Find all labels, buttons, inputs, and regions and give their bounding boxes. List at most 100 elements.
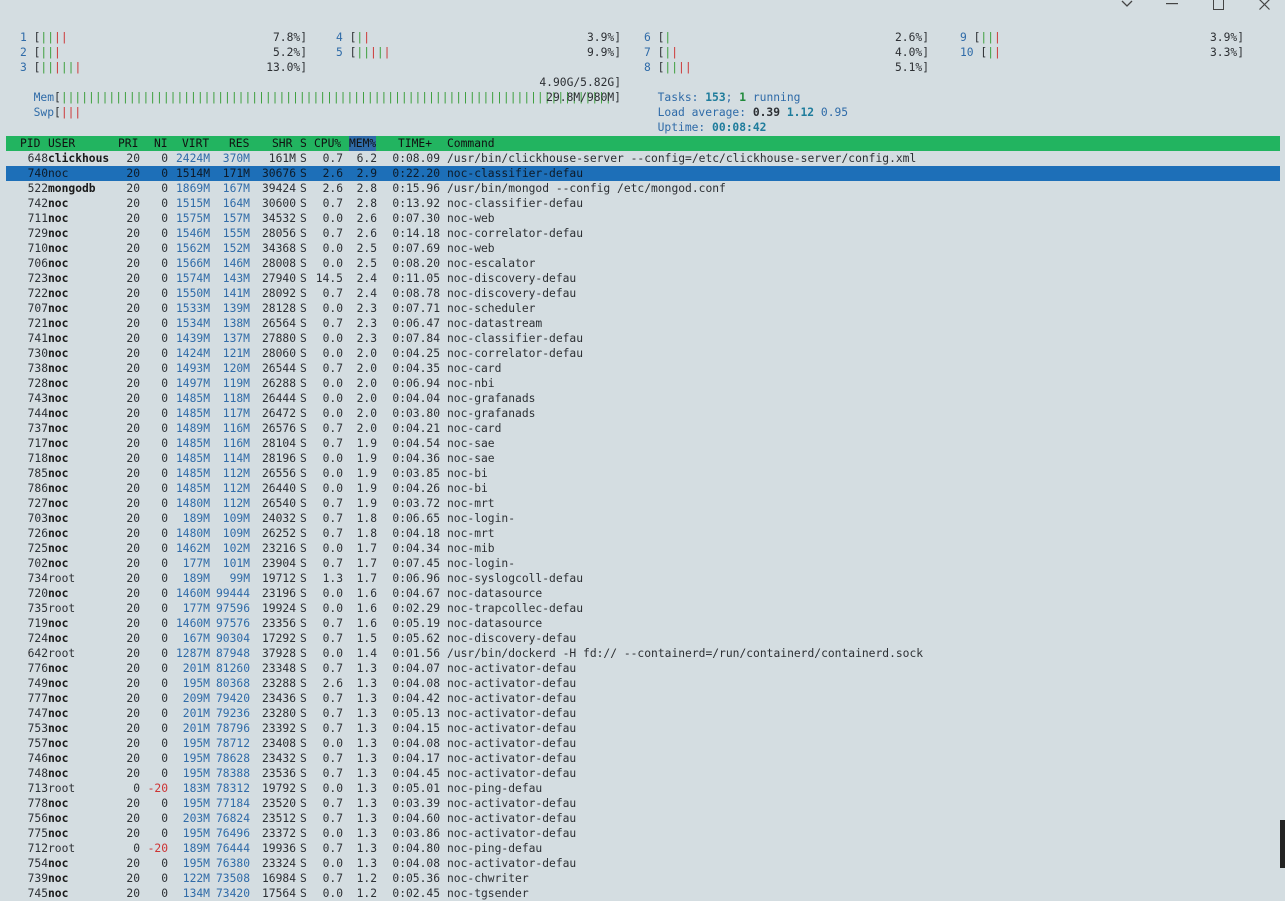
cell-virt: 1550M [175,287,210,300]
scrollbar-thumb[interactable] [1280,820,1285,868]
table-row[interactable]: 739 noc 20 0 122M 73508 16984 S 0.7 1.2 0:05.36 noc… [6,871,1280,886]
table-row[interactable]: 706 noc 20 0 1566M 146M 28008 S 0.0 2.5 0:08.20 noc… [6,256,1280,271]
table-row[interactable]: 746 noc 20 0 195M 78628 23432 S 0.7 1.3 0:04.17 noc… [6,751,1280,766]
col-mem-sorted[interactable]: MEM% [349,136,377,151]
col-time[interactable]: TIME+ [398,136,432,151]
table-row[interactable]: 756 noc 20 0 203M 76824 23512 S 0.7 1.3 0:04.60 noc… [6,811,1280,826]
cell-mem: 1.3 [356,812,377,825]
table-row[interactable]: 786 noc 20 0 1485M 112M 26440 S 0.0 1.9 0:04.26 noc… [6,481,1280,496]
table-row[interactable]: 757 noc 20 0 195M 78712 23408 S 0.0 1.3 0:04.08 noc… [6,736,1280,751]
table-row[interactable]: 721 noc 20 0 1534M 138M 26564 S 0.7 2.3 0:06.47 noc… [6,316,1280,331]
col-pid[interactable]: PID [20,136,40,151]
table-row[interactable]: 522 mongodb 20 0 1869M 167M 39424 S 2.6 2.8 0:15.9… [6,181,1280,196]
chevron-down-icon[interactable] [1115,0,1139,12]
table-row[interactable]: 729 noc 20 0 1546M 155M 28056 S 0.7 2.6 0:14.18 noc… [6,226,1280,241]
cell-res: 155M [222,227,250,240]
table-row[interactable]: 754 noc 20 0 195M 76380 23324 S 0.0 1.3 0:04.08 noc… [6,856,1280,871]
cell-ni: 0 [161,797,168,810]
table-row[interactable]: 722 noc 20 0 1550M 141M 28092 S 0.7 2.4 0:08.78 noc… [6,286,1280,301]
cell-cpu: 0.0 [322,212,343,225]
table-row[interactable]: 642 root 20 0 1287M 87948 37928 S 0.0 1.4 0:01.56 /… [6,646,1280,661]
table-row-selected[interactable]: 740 noc 20 0 1514M 171M 30676 S 2.6 2.9 0:22.20 noc… [6,166,1280,181]
table-row[interactable]: 749 noc 20 0 195M 80368 23288 S 2.6 1.3 0:04.08 noc… [6,676,1280,691]
table-row[interactable]: 723 noc 20 0 1574M 143M 27940 S 14.5 2.4 0:11.05 no… [6,271,1280,286]
cell-cpu: 0.7 [322,512,343,525]
table-row[interactable]: 738 noc 20 0 1493M 120M 26544 S 0.7 2.0 0:04.35 noc… [6,361,1280,376]
table-row[interactable]: 777 noc 20 0 209M 79420 23436 S 0.7 1.3 0:04.42 noc… [6,691,1280,706]
minimize-icon[interactable] [1160,0,1184,12]
table-row[interactable]: 775 noc 20 0 195M 76496 23372 S 0.0 1.3 0:03.86 noc… [6,826,1280,841]
table-row[interactable]: 726 noc 20 0 1480M 109M 26252 S 0.7 1.8 0:04.18 noc… [6,526,1280,541]
cell-cmd: noc-syslogcoll-defau [447,572,584,585]
table-row[interactable]: 737 noc 20 0 1489M 116M 26576 S 0.7 2.0 0:04.21 noc… [6,421,1280,436]
cell-cmd: noc-datastream [447,317,543,330]
table-row[interactable]: 710 noc 20 0 1562M 152M 34368 S 0.0 2.5 0:07.69 noc… [6,241,1280,256]
cell-time: 0:04.80 [392,842,440,855]
cell-pid: 702 [27,557,48,570]
cpu-bar: || [664,46,679,59]
col-user[interactable]: USER [48,136,75,151]
cpu-id: 8 [644,61,651,74]
table-row[interactable]: 744 noc 20 0 1485M 117M 26472 S 0.0 2.0 0:03.80 noc… [6,406,1280,421]
maximize-icon[interactable] [1206,0,1230,12]
cell-ni: 0 [161,512,168,525]
table-row[interactable]: 745 noc 20 0 134M 73420 17564 S 0.0 1.2 0:02.45 noc… [6,886,1280,901]
cell-s: S [300,542,307,555]
cell-shr: 28196 [261,452,296,465]
table-row[interactable]: 712 root 0 -20 189M 76444 19936 S 0.7 1.3 0:04.80 n… [6,841,1280,856]
cell-time: 0:04.67 [392,587,440,600]
cell-virt: 1514M [175,167,210,180]
table-row[interactable]: 753 noc 20 0 201M 78796 23392 S 0.7 1.3 0:04.15 noc… [6,721,1280,736]
table-row[interactable]: 725 noc 20 0 1462M 102M 23216 S 0.0 1.7 0:04.34 noc… [6,541,1280,556]
col-virt[interactable]: VIRT [182,136,209,151]
close-icon[interactable] [1252,0,1276,12]
cell-user: noc [48,197,69,210]
cell-virt: 195M [182,677,210,690]
table-row[interactable]: 742 noc 20 0 1515M 164M 30600 S 0.7 2.8 0:13.92 noc… [6,196,1280,211]
col-s[interactable]: S [300,136,307,151]
table-row[interactable]: 713 root 0 -20 183M 78312 19792 S 0.0 1.3 0:05.01 n… [6,781,1280,796]
cell-mem: 2.6 [356,227,377,240]
table-row[interactable]: 711 noc 20 0 1575M 157M 34532 S 0.0 2.6 0:07.30 noc… [6,211,1280,226]
table-row[interactable]: 785 noc 20 0 1485M 112M 26556 S 0.0 1.9 0:03.85 noc… [6,466,1280,481]
table-row[interactable]: 734 root 20 0 189M 99M 19712 S 1.3 1.7 0:06.96 noc-… [6,571,1280,586]
table-row[interactable]: 727 noc 20 0 1480M 112M 26540 S 0.7 1.9 0:03.72 noc… [6,496,1280,511]
col-ni[interactable]: NI [154,136,168,151]
cpu-percent: 5.1%] [894,61,929,74]
table-row[interactable]: 743 noc 20 0 1485M 118M 26444 S 0.0 2.0 0:04.04 noc… [6,391,1280,406]
table-row[interactable]: 776 noc 20 0 201M 81260 23348 S 0.7 1.3 0:04.07 noc… [6,661,1280,676]
table-row[interactable]: 741 noc 20 0 1439M 137M 27880 S 0.0 2.3 0:07.84 noc… [6,331,1280,346]
table-row[interactable]: 735 root 20 0 177M 97596 19924 S 0.0 1.6 0:02.29 no… [6,601,1280,616]
col-shr[interactable]: SHR [272,136,292,151]
table-row[interactable]: 724 noc 20 0 167M 90304 17292 S 0.7 1.5 0:05.62 noc… [6,631,1280,646]
cell-virt: 1424M [175,347,210,360]
cell-virt: 201M [182,722,210,735]
cell-user: noc [48,677,69,690]
col-pri[interactable]: PRI [118,136,138,151]
cell-user: noc [48,722,69,735]
table-row[interactable]: 702 noc 20 0 177M 101M 23904 S 0.7 1.7 0:07.45 noc-… [6,556,1280,571]
table-row[interactable]: 720 noc 20 0 1460M 99444 23196 S 0.0 1.6 0:04.67 no… [6,586,1280,601]
cell-mem: 2.0 [356,362,377,375]
cell-time: 0:03.72 [392,497,440,510]
table-row[interactable]: 730 noc 20 0 1424M 121M 28060 S 0.0 2.0 0:04.25 noc… [6,346,1280,361]
cell-mem: 2.4 [356,287,377,300]
cell-ni: 0 [161,482,168,495]
cell-virt: 201M [182,707,210,720]
process-list: 648 clickhous 20 0 2424M 370M 161M S 0.7 6.2 0:08.… [6,151,1280,901]
table-row[interactable]: 717 noc 20 0 1485M 116M 28104 S 0.7 1.9 0:04.54 noc… [6,436,1280,451]
table-row[interactable]: 748 noc 20 0 195M 78388 23536 S 0.7 1.3 0:04.45 noc… [6,766,1280,781]
cell-s: S [300,392,307,405]
table-row[interactable]: 728 noc 20 0 1497M 119M 26288 S 0.0 2.0 0:06.94 noc… [6,376,1280,391]
col-cpu[interactable]: CPU% [314,136,341,151]
col-res[interactable]: RES [229,136,249,151]
table-row[interactable]: 778 noc 20 0 195M 77184 23520 S 0.7 1.3 0:03.39 noc… [6,796,1280,811]
col-command[interactable]: Command [447,136,495,151]
table-row[interactable]: 719 noc 20 0 1460M 97576 23356 S 0.7 1.6 0:05.19 no… [6,616,1280,631]
table-row[interactable]: 718 noc 20 0 1485M 114M 28196 S 0.0 1.9 0:04.36 noc… [6,451,1280,466]
table-row[interactable]: 648 clickhous 20 0 2424M 370M 161M S 0.7 6.2 0:08.… [6,151,1280,166]
table-row[interactable]: 707 noc 20 0 1533M 139M 28128 S 0.0 2.3 0:07.71 noc… [6,301,1280,316]
cell-user: noc [48,347,69,360]
table-row[interactable]: 703 noc 20 0 189M 109M 24032 S 0.7 1.8 0:06.65 noc-… [6,511,1280,526]
table-row[interactable]: 747 noc 20 0 201M 79236 23280 S 0.7 1.3 0:05.13 noc… [6,706,1280,721]
